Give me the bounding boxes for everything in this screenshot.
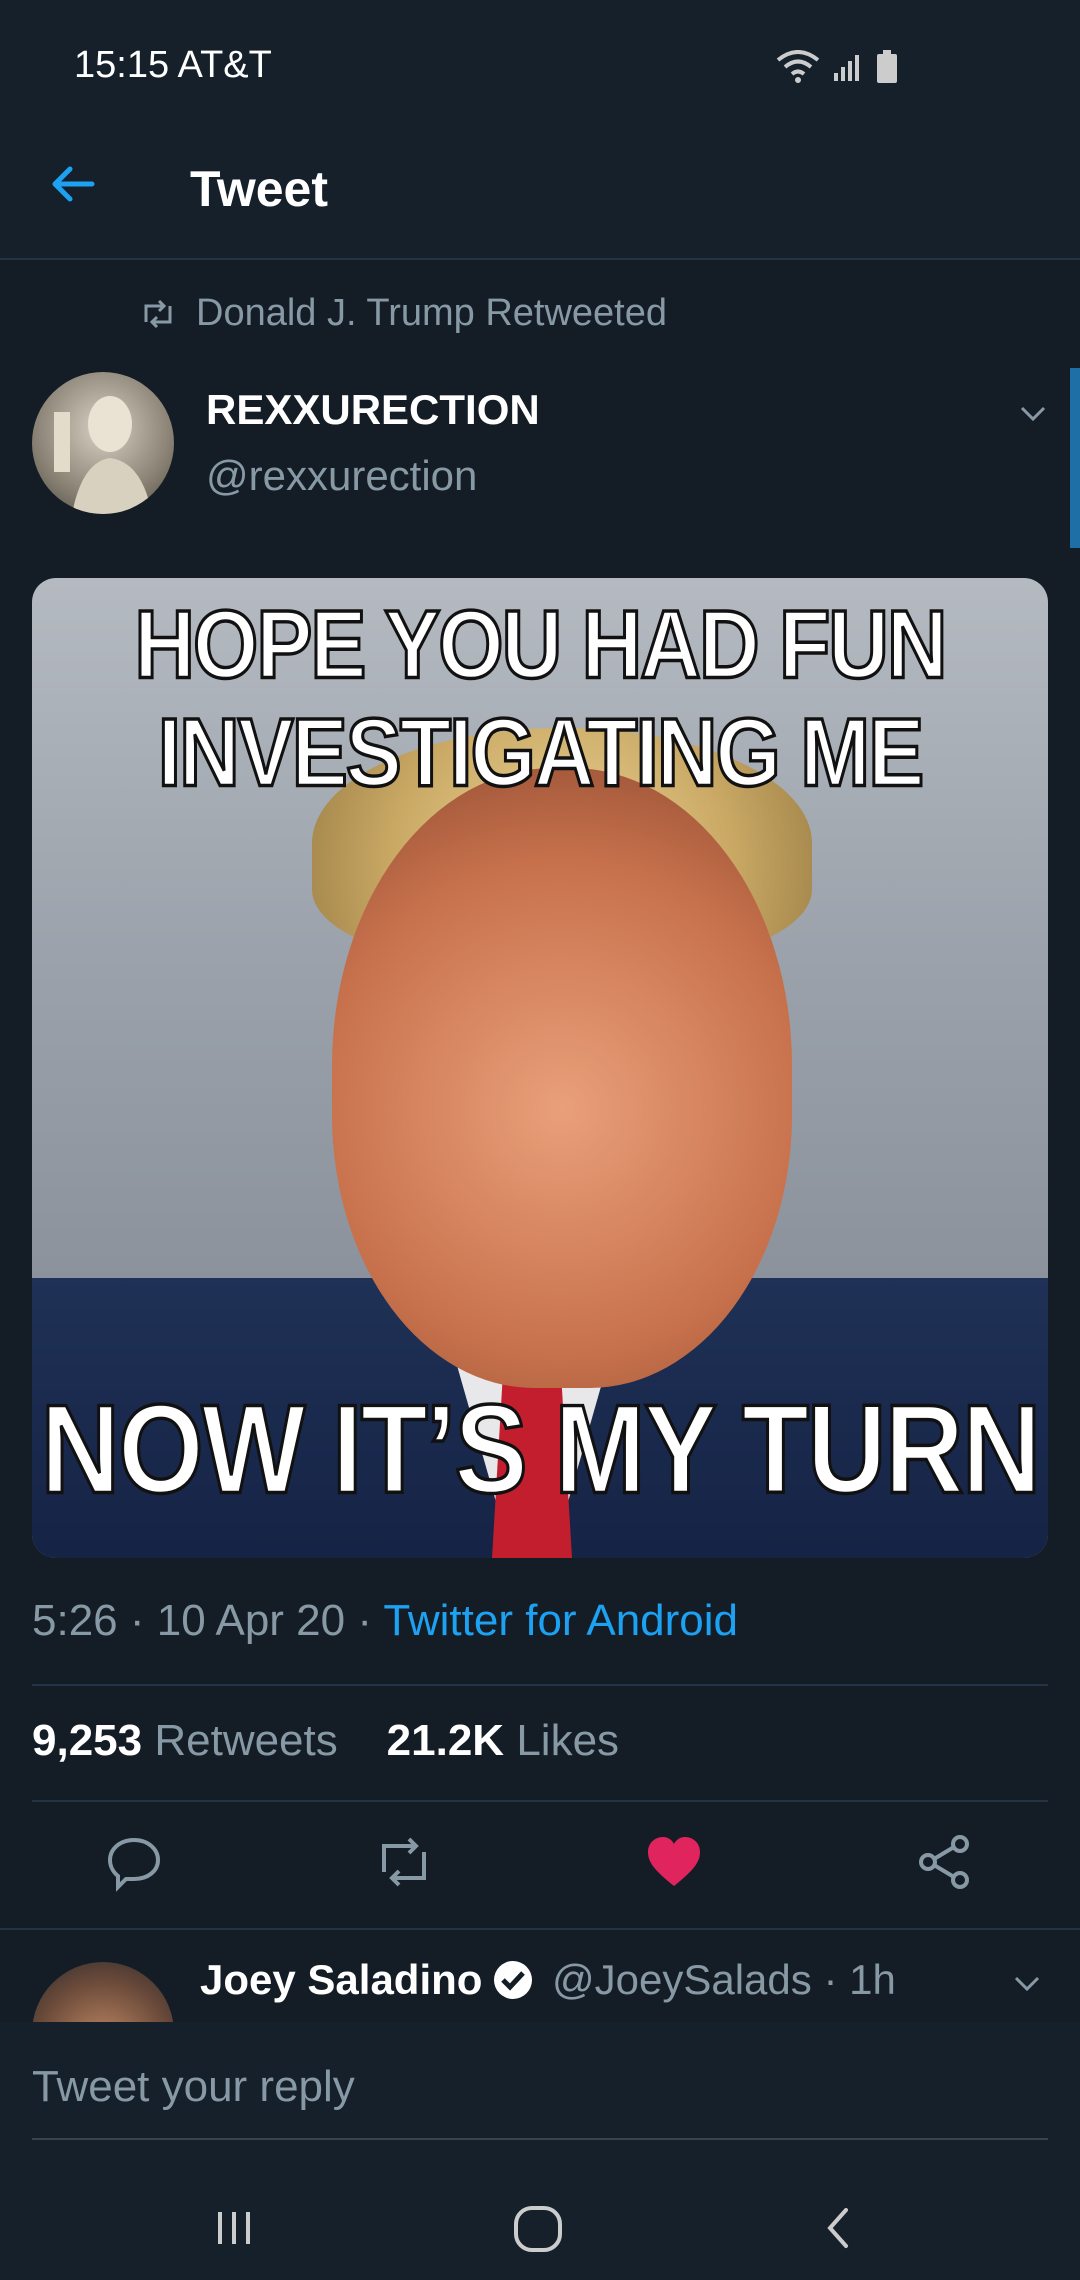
- signal-icon: [834, 55, 859, 81]
- reply-author-name-row[interactable]: Joey Saladino: [200, 1956, 534, 2004]
- verified-badge-icon: [494, 1961, 533, 1999]
- tweet-actions: [0, 1826, 1080, 1906]
- divider: [32, 1684, 1048, 1686]
- tweet-meta: 5:26 · 10 Apr 20 · Twitter for Android: [32, 1596, 738, 1646]
- system-nav-bar: [0, 2170, 1080, 2280]
- reply-author-handle: @JoeySalads · 1h: [552, 1956, 896, 2003]
- divider: [0, 1928, 1080, 1930]
- meme-bottom-text: NOW IT’S MY TURN: [39, 1377, 1043, 1522]
- tweet-source-link[interactable]: Twitter for Android: [383, 1596, 738, 1645]
- reply-author-name: Joey Saladino: [200, 1956, 483, 2003]
- retweet-icon[interactable]: [374, 1832, 434, 1892]
- page-title: Tweet: [190, 161, 328, 217]
- author-avatar[interactable]: [32, 372, 174, 514]
- author-name[interactable]: REXXURECTION: [206, 386, 540, 434]
- heart-icon[interactable]: [644, 1832, 704, 1892]
- retweets-label: Retweets: [154, 1716, 338, 1765]
- wifi-icon: [776, 50, 820, 83]
- tweet-timestamp: 5:26 · 10 Apr 20 ·: [32, 1596, 384, 1645]
- chevron-down-icon[interactable]: [1010, 1966, 1044, 2000]
- home-icon[interactable]: [508, 2198, 568, 2258]
- tweet-image[interactable]: HOPE YOU HAD FUN INVESTIGATING ME NOW IT…: [32, 578, 1048, 1558]
- likes-label: Likes: [516, 1716, 620, 1765]
- status-bar: 15:15 AT&T: [0, 0, 1080, 112]
- status-icons: [776, 50, 898, 84]
- status-time: 15:15 AT&T: [74, 44, 272, 86]
- chevron-down-icon[interactable]: [1016, 396, 1050, 430]
- retweet-icon: [144, 299, 172, 328]
- avatar-image: [54, 396, 152, 514]
- meme-top-line1: HOPE YOU HAD FUN: [133, 588, 949, 700]
- scrollbar[interactable]: [1070, 368, 1080, 548]
- likes-stat[interactable]: 21.2K Likes: [387, 1716, 619, 1765]
- share-icon[interactable]: [914, 1832, 974, 1892]
- recents-icon[interactable]: [204, 2198, 264, 2258]
- retweets-count: 9,253: [32, 1716, 143, 1765]
- back-icon[interactable]: [808, 2198, 868, 2258]
- meme-top-text: HOPE YOU HAD FUN INVESTIGATING ME: [32, 588, 1048, 808]
- divider: [32, 1800, 1048, 1802]
- back-arrow-icon[interactable]: [48, 160, 96, 208]
- battery-icon: [877, 50, 897, 83]
- reply-composer[interactable]: Tweet your reply: [0, 2022, 1080, 2170]
- reply-icon[interactable]: [104, 1832, 164, 1892]
- meme-top-line2: INVESTIGATING ME: [156, 696, 925, 808]
- retweet-context-label: Donald J. Trump Retweeted: [196, 292, 668, 334]
- tweet-stats: 9,253 Retweets 21.2K Likes: [32, 1716, 619, 1766]
- likes-count: 21.2K: [386, 1716, 505, 1765]
- retweets-stat[interactable]: 9,253 Retweets: [32, 1716, 338, 1765]
- composer-underline: [32, 2138, 1048, 2140]
- reply-input[interactable]: Tweet your reply: [32, 2062, 355, 2112]
- author-handle[interactable]: @rexxurection: [206, 452, 477, 500]
- image-face: [332, 768, 792, 1388]
- top-app-bar: Tweet: [0, 112, 1080, 260]
- retweet-context[interactable]: Donald J. Trump Retweeted: [140, 292, 667, 335]
